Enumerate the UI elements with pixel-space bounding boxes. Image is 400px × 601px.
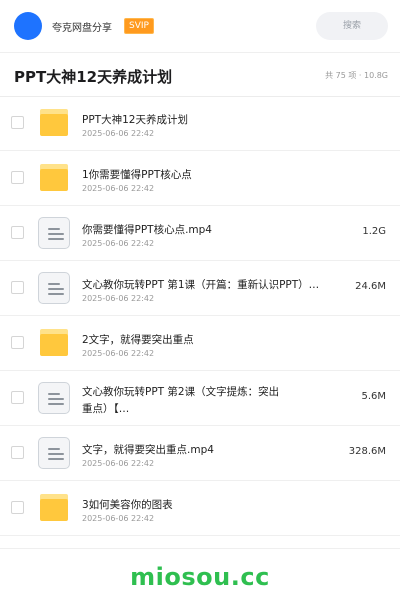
item-name: 文心教你玩转PPT 第1课（开篇：重新认识PPT）… (82, 279, 320, 291)
select-checkbox[interactable] (11, 501, 24, 514)
page-title: PPT大神12天养成计划 (14, 68, 173, 86)
svip-badge: SVIP (124, 18, 154, 34)
item-date: 2025-06-06 22:42 (82, 294, 155, 303)
list-item[interactable]: 文心教你玩转PPT 第2课（文字提炼：突出重点）【… 5.6M (0, 371, 400, 426)
folder-summary: 共 75 项 · 10.8G (325, 71, 388, 80)
list-item[interactable]: 文心教你玩转PPT 第1课（开篇：重新认识PPT）… 2025-06-06 22… (0, 261, 400, 316)
avatar[interactable] (14, 12, 42, 40)
item-size: 24.6M (355, 281, 386, 292)
folder-icon (38, 107, 70, 139)
item-name: PPT大神12天养成计划 (82, 114, 188, 126)
select-checkbox[interactable] (11, 116, 24, 129)
item-size: 328.6M (348, 446, 386, 457)
item-name: 3如何美容你的图表 (82, 499, 173, 511)
item-name: 你需要懂得PPT核心点.mp4 (82, 224, 212, 236)
username: 夸克网盘分享 (52, 23, 112, 34)
document-icon (38, 217, 70, 249)
list-item[interactable]: 文字，就得要突出重点.mp4 2025-06-06 22:42 328.6M (0, 426, 400, 481)
file-list: PPT大神12天养成计划 2025-06-06 22:42 1你需要懂得PPT核… (0, 96, 400, 536)
item-size: 5.6M (361, 391, 386, 402)
item-size: 1.2G (362, 226, 386, 237)
list-item[interactable]: 1你需要懂得PPT核心点 2025-06-06 22:42 (0, 151, 400, 206)
top-bar: 夸克网盘分享 SVIP 搜索 (0, 0, 400, 53)
document-icon (38, 272, 70, 304)
item-date: 2025-06-06 22:42 (82, 459, 155, 468)
item-date: 2025-06-06 22:42 (82, 349, 155, 358)
folder-icon (38, 327, 70, 359)
item-date: 2025-06-06 22:42 (82, 514, 155, 523)
select-checkbox[interactable] (11, 336, 24, 349)
select-checkbox[interactable] (11, 446, 24, 459)
watermark: miosou.cc (130, 563, 270, 591)
list-item[interactable]: 2文字，就得要突出重点 2025-06-06 22:42 (0, 316, 400, 371)
select-checkbox[interactable] (11, 281, 24, 294)
list-item[interactable]: PPT大神12天养成计划 2025-06-06 22:42 (0, 96, 400, 151)
item-date: 2025-06-06 22:42 (82, 239, 155, 248)
item-date: 2025-06-06 22:42 (82, 184, 155, 193)
select-checkbox[interactable] (11, 226, 24, 239)
folder-icon (38, 162, 70, 194)
search-input[interactable]: 搜索 (316, 12, 388, 40)
folder-header: PPT大神12天养成计划 共 75 项 · 10.8G (0, 52, 400, 97)
item-name: 文字，就得要突出重点.mp4 (82, 444, 214, 456)
list-item[interactable]: 你需要懂得PPT核心点.mp4 2025-06-06 22:42 1.2G (0, 206, 400, 261)
list-item[interactable]: 3如何美容你的图表 2025-06-06 22:42 (0, 481, 400, 536)
select-checkbox[interactable] (11, 171, 24, 184)
document-icon (38, 382, 70, 414)
document-icon (38, 437, 70, 469)
footer: miosou.cc (0, 548, 400, 601)
item-name: 1你需要懂得PPT核心点 (82, 169, 192, 181)
folder-icon (38, 492, 70, 524)
select-checkbox[interactable] (11, 391, 24, 404)
item-date: 2025-06-06 22:42 (82, 129, 155, 138)
item-name: 文心教你玩转PPT 第2课（文字提炼：突出重点）【… (82, 386, 280, 415)
item-name: 2文字，就得要突出重点 (82, 334, 194, 346)
